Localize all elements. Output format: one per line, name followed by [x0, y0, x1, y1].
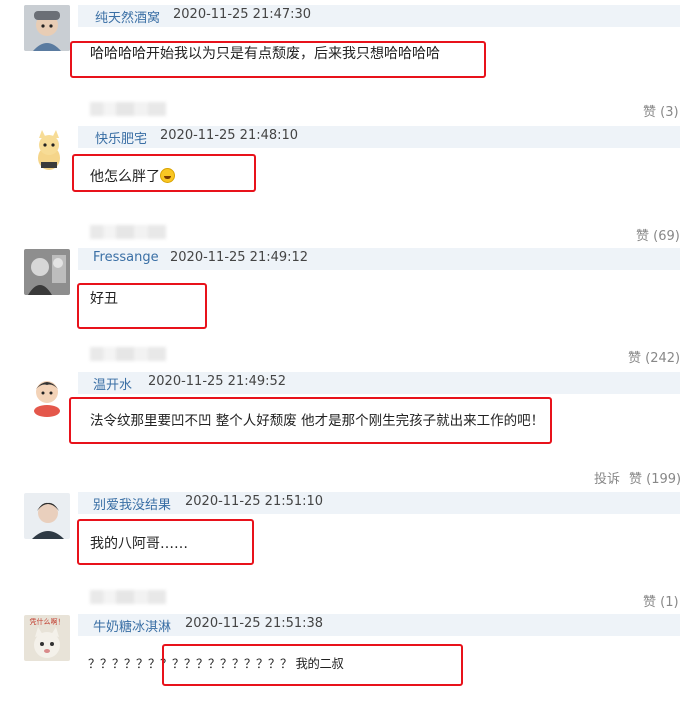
comment-header: 纯天然酒窝 2020-11-25 21:47:30	[78, 5, 680, 27]
timestamp: 2020-11-25 21:51:38	[185, 616, 324, 631]
like-button[interactable]: 赞 (69)	[636, 225, 680, 244]
timestamp: 2020-11-25 21:49:12	[170, 250, 309, 265]
comment-header: 温开水 2020-11-25 21:49:52	[78, 372, 680, 394]
blurred-reply	[90, 102, 166, 116]
username[interactable]: 纯天然酒窝	[95, 7, 160, 26]
avatar[interactable]	[24, 373, 70, 419]
timestamp: 2020-11-25 21:51:10	[185, 494, 324, 509]
highlight-box	[162, 644, 463, 686]
like-button[interactable]: 赞 (1)	[643, 591, 679, 610]
highlight-box	[77, 519, 254, 565]
blurred-reply	[90, 347, 166, 361]
timestamp: 2020-11-25 21:47:30	[173, 7, 312, 22]
highlight-box	[77, 283, 207, 329]
blurred-reply	[90, 225, 166, 239]
avatar[interactable]	[24, 493, 70, 539]
like-button[interactable]: 赞 (199)	[629, 468, 681, 487]
report-button[interactable]: 投诉	[594, 468, 620, 487]
avatar[interactable]	[24, 5, 70, 51]
avatar[interactable]	[24, 249, 70, 295]
username[interactable]: Fressange	[93, 250, 159, 265]
username[interactable]: 牛奶糖冰淇淋	[93, 616, 171, 635]
highlight-box	[69, 397, 552, 444]
username[interactable]: 快乐肥宅	[95, 128, 147, 147]
avatar[interactable]	[26, 128, 72, 174]
highlight-box	[70, 41, 486, 78]
timestamp: 2020-11-25 21:49:52	[148, 374, 287, 389]
comment-header: 别爱我没结果 2020-11-25 21:51:10	[78, 492, 680, 514]
username[interactable]: 别爱我没结果	[93, 494, 171, 513]
like-button[interactable]: 赞 (242)	[628, 347, 680, 366]
timestamp: 2020-11-25 21:48:10	[160, 128, 299, 143]
comment-header: 快乐肥宅 2020-11-25 21:48:10	[78, 126, 680, 148]
avatar[interactable]: 凭什么啊！	[24, 615, 70, 661]
like-button[interactable]: 赞 (3)	[643, 101, 679, 120]
avatar-caption: 凭什么啊！	[30, 617, 65, 626]
comment-header: 牛奶糖冰淇淋 2020-11-25 21:51:38	[78, 614, 680, 636]
blurred-reply	[90, 590, 166, 604]
comment-header: Fressange 2020-11-25 21:49:12	[78, 248, 680, 270]
highlight-box	[72, 154, 256, 192]
username[interactable]: 温开水	[93, 374, 132, 393]
